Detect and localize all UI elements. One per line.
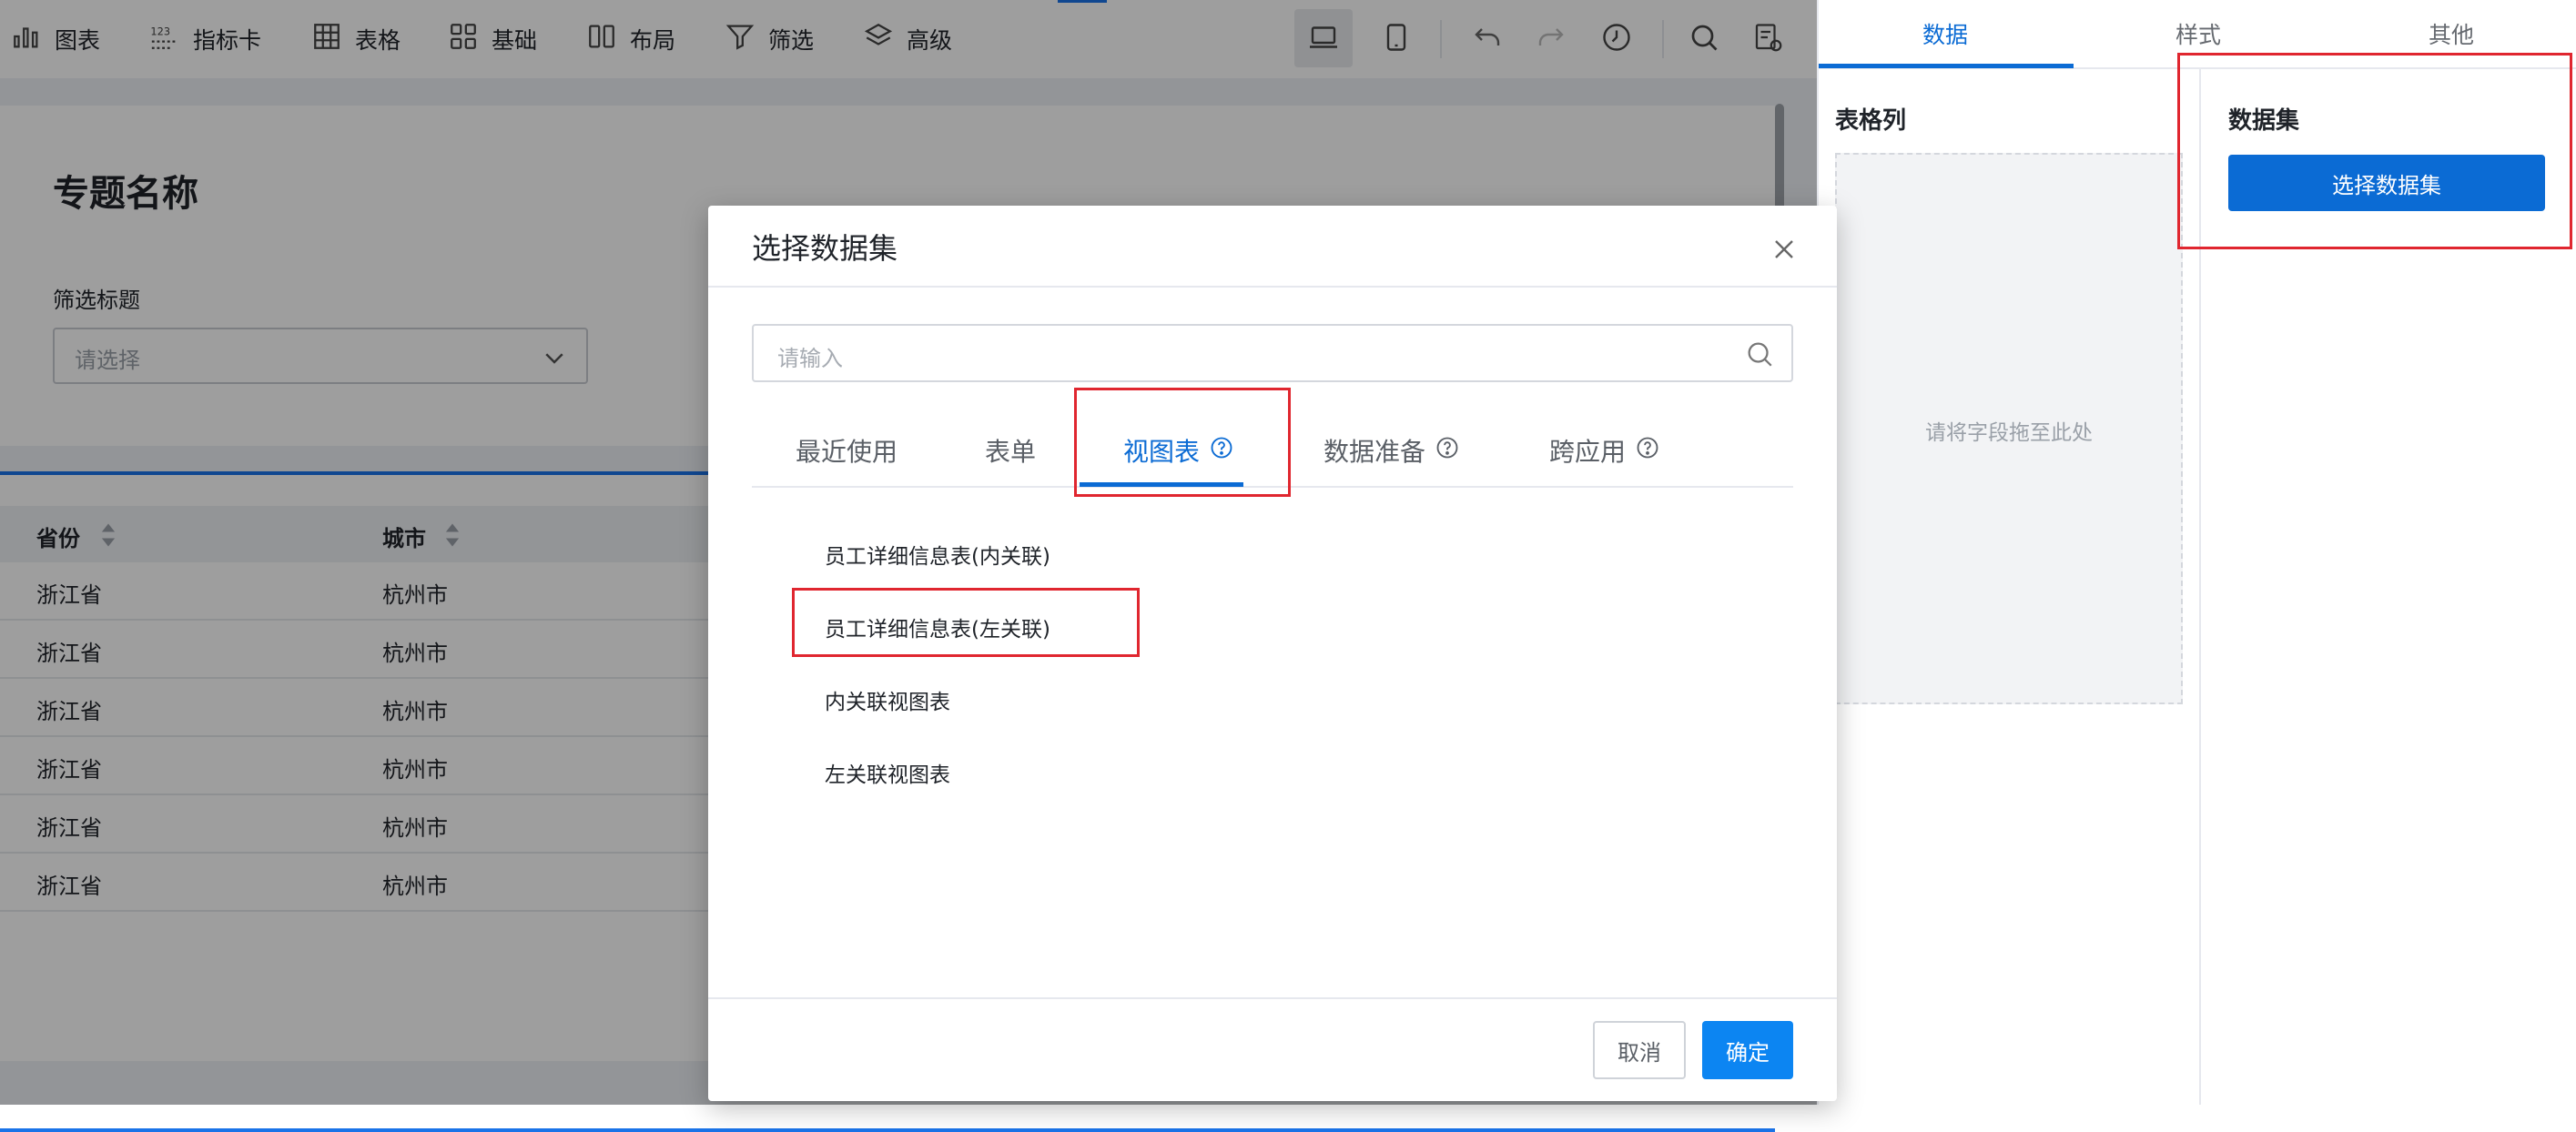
tab-cross-app-label: 跨应用 bbox=[1549, 437, 1627, 467]
tab-data-prep[interactable]: 数据准备 bbox=[1323, 424, 1460, 477]
tab-cross-app[interactable]: 跨应用 bbox=[1549, 424, 1660, 477]
dataset-item[interactable]: 左关联视图表 bbox=[825, 757, 950, 788]
search-placeholder: 请输入 bbox=[777, 346, 843, 371]
field-drop-zone[interactable]: 请将字段拖至此处 bbox=[1835, 153, 2183, 704]
dialog-footer-divider bbox=[708, 997, 1837, 999]
table-card-selected-border bbox=[0, 1128, 1775, 1132]
highlight-box-selected-item bbox=[792, 588, 1140, 657]
dialog-title: 选择数据集 bbox=[752, 231, 898, 266]
tab-data-prep-label: 数据准备 bbox=[1323, 437, 1426, 467]
dataset-item[interactable]: 员工详细信息表(内关联) bbox=[825, 539, 1050, 570]
dataset-item[interactable]: 内关联视图表 bbox=[825, 684, 950, 715]
help-icon[interactable] bbox=[1425, 435, 1460, 467]
search-icon bbox=[1744, 339, 1775, 373]
tab-recent-label: 最近使用 bbox=[796, 437, 898, 467]
tab-forms-label: 表单 bbox=[985, 437, 1037, 467]
highlight-box-view-tab bbox=[1074, 388, 1291, 497]
select-dataset-dialog: 选择数据集 请输入 最近使用 表单 视图表 数据准备 跨应用 员工详细信息表(内… bbox=[708, 206, 1837, 1101]
tab-forms[interactable]: 表单 bbox=[985, 424, 1036, 477]
active-tab-indicator bbox=[1819, 64, 2074, 68]
close-button[interactable] bbox=[1768, 233, 1800, 266]
help-icon[interactable] bbox=[1626, 435, 1660, 467]
confirm-button[interactable]: 确定 bbox=[1702, 1021, 1793, 1079]
columns-section-title: 表格列 bbox=[1835, 107, 1907, 135]
cancel-button[interactable]: 取消 bbox=[1593, 1021, 1686, 1079]
tab-data[interactable]: 数据 bbox=[1819, 0, 2072, 67]
highlight-box-dataset bbox=[2177, 53, 2572, 249]
search-input[interactable]: 请输入 bbox=[752, 324, 1793, 382]
drop-zone-hint: 请将字段拖至此处 bbox=[1925, 421, 2093, 445]
close-icon bbox=[1768, 240, 1800, 269]
tab-recent[interactable]: 最近使用 bbox=[796, 424, 898, 477]
dialog-header-divider bbox=[708, 286, 1837, 288]
